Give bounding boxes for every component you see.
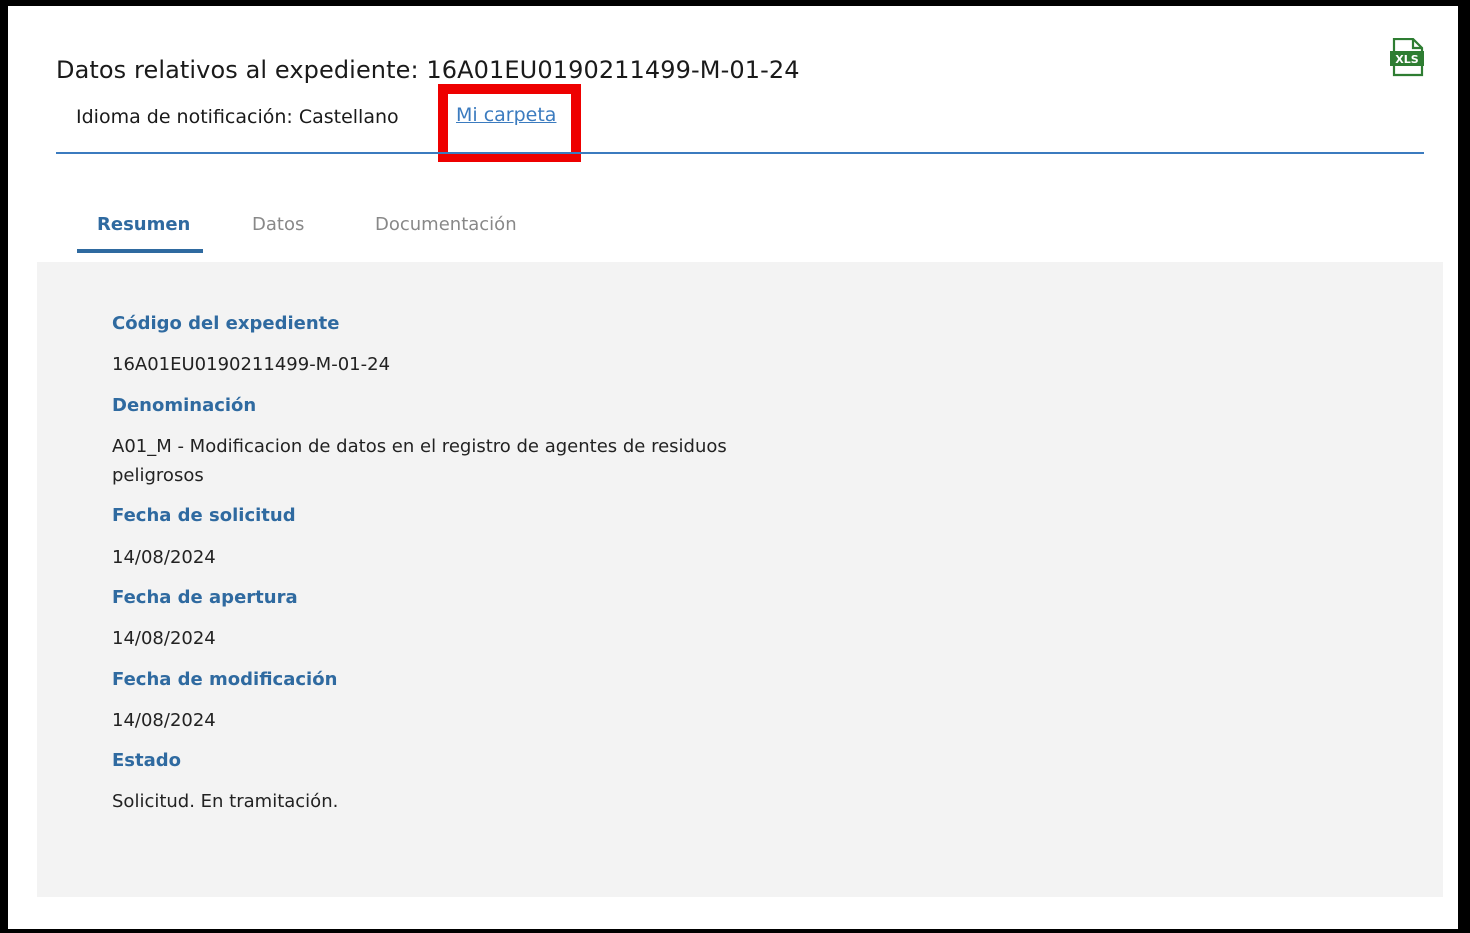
page-title: Datos relativos al expediente: 16A01EU01… xyxy=(56,56,800,84)
tab-documentacion[interactable]: Documentación xyxy=(375,214,517,235)
field-label-fecha-solicitud: Fecha de solicitud xyxy=(112,505,296,526)
active-tab-indicator xyxy=(77,249,203,253)
field-value-estado: Solicitud. En tramitación. xyxy=(112,791,339,812)
field-value-fecha-modificacion: 14/08/2024 xyxy=(112,710,216,731)
tab-resumen[interactable]: Resumen xyxy=(97,214,190,235)
field-value-codigo: 16A01EU0190211499-M-01-24 xyxy=(112,354,391,375)
xls-icon-text: XLS xyxy=(1395,53,1418,66)
field-label-estado: Estado xyxy=(112,750,182,771)
field-label-denominacion: Denominación xyxy=(112,395,257,416)
field-value-denominacion: A01_M - Modificacion de datos en el regi… xyxy=(112,436,727,486)
field-value-fecha-solicitud: 14/08/2024 xyxy=(112,547,216,568)
header-divider xyxy=(56,152,1424,154)
notification-language: Idioma de notificación: Castellano xyxy=(76,106,399,128)
field-label-codigo: Código del expediente xyxy=(112,313,340,334)
tab-datos[interactable]: Datos xyxy=(252,214,304,235)
field-value-fecha-apertura: 14/08/2024 xyxy=(112,628,216,649)
field-label-fecha-apertura: Fecha de apertura xyxy=(112,587,298,608)
xls-file-icon[interactable]: XLS xyxy=(1388,37,1426,78)
field-label-fecha-modificacion: Fecha de modificación xyxy=(112,669,338,690)
mi-carpeta-link[interactable]: Mi carpeta xyxy=(456,104,556,126)
